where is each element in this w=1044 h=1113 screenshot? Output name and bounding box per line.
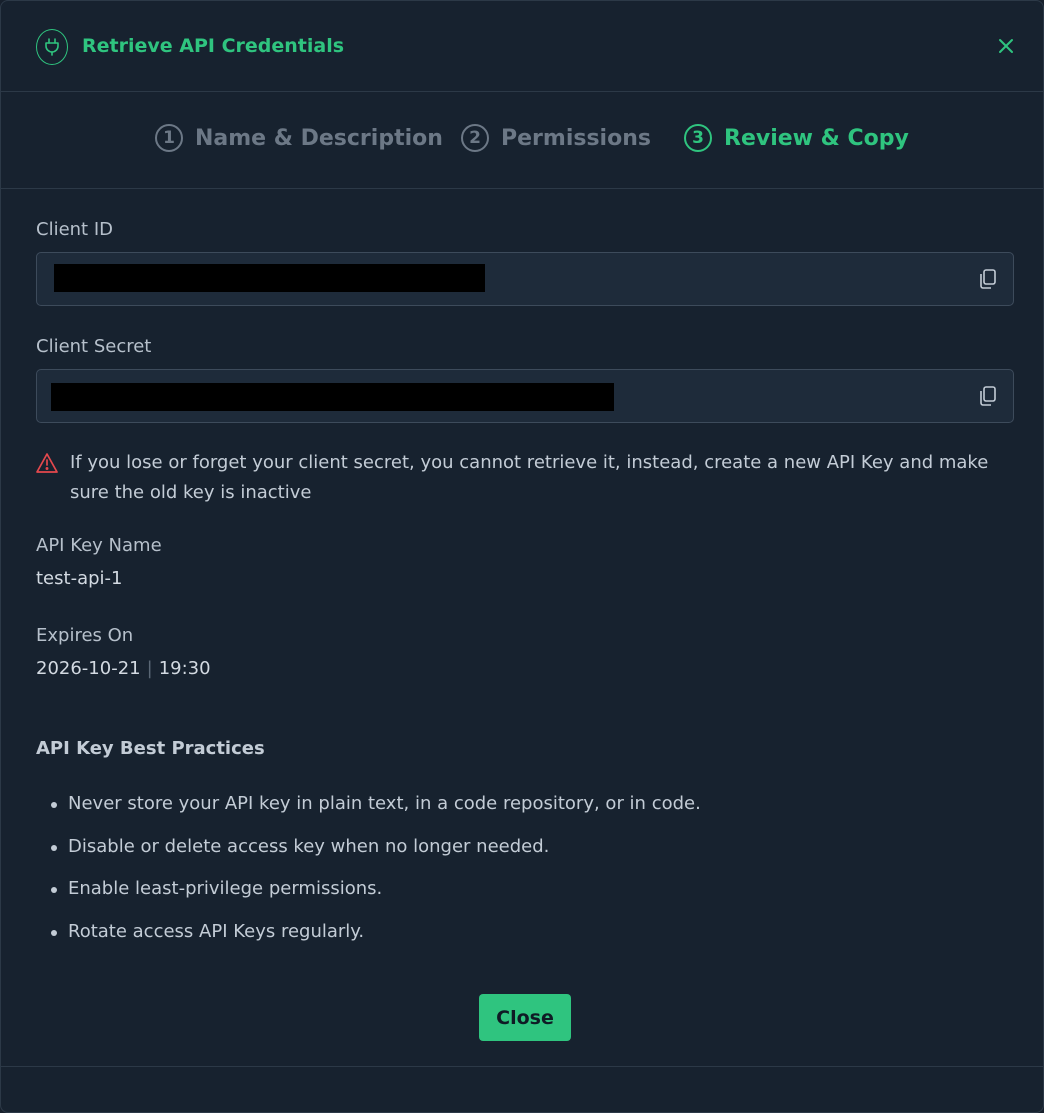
expires-on-value: 2026-10-21 | 19:30 xyxy=(36,658,211,679)
step-name-description: 1 Name & Description xyxy=(155,124,443,152)
expiry-time: 19:30 xyxy=(158,658,211,679)
step-label: Review & Copy xyxy=(724,125,909,151)
list-item: Never store your API key in plain text, … xyxy=(36,789,701,832)
warning-icon xyxy=(36,453,58,473)
copy-icon[interactable] xyxy=(977,268,999,290)
step-review-copy: 3 Review & Copy xyxy=(684,124,909,152)
stepper: 1 Name & Description 2 Permissions 3 Rev… xyxy=(1,91,1043,189)
client-secret-field[interactable] xyxy=(36,369,1014,423)
expiry-date: 2026-10-21 xyxy=(36,658,141,679)
modal-title: Retrieve API Credentials xyxy=(82,35,345,57)
expiry-separator: | xyxy=(146,658,153,679)
close-button[interactable]: Close xyxy=(479,994,571,1041)
redacted-client-secret xyxy=(51,383,614,411)
api-key-name-value: test-api-1 xyxy=(36,568,123,589)
expires-on-label: Expires On xyxy=(36,625,134,646)
step-number: 1 xyxy=(155,124,183,152)
footer-divider xyxy=(1,1066,1043,1067)
close-icon[interactable] xyxy=(995,35,1017,57)
client-id-field[interactable] xyxy=(36,252,1014,306)
client-secret-label: Client Secret xyxy=(36,336,152,357)
step-number: 3 xyxy=(684,124,712,152)
warning-message: If you lose or forget your client secret… xyxy=(36,448,996,508)
retrieve-credentials-modal: Retrieve API Credentials 1 Name & Descri… xyxy=(0,0,1044,1113)
list-item: Disable or delete access key when no lon… xyxy=(36,832,701,875)
step-permissions: 2 Permissions xyxy=(461,124,651,152)
best-practices-title: API Key Best Practices xyxy=(36,738,265,759)
warning-text: If you lose or forget your client secret… xyxy=(70,452,989,503)
best-practices-list: Never store your API key in plain text, … xyxy=(36,789,701,959)
modal-header: Retrieve API Credentials xyxy=(1,1,1043,92)
step-label: Name & Description xyxy=(195,125,443,151)
list-item: Enable least-privilege permissions. xyxy=(36,874,701,917)
api-key-name-label: API Key Name xyxy=(36,535,162,556)
step-number: 2 xyxy=(461,124,489,152)
client-id-label: Client ID xyxy=(36,219,114,240)
list-item: Rotate access API Keys regularly. xyxy=(36,917,701,960)
redacted-client-id xyxy=(54,264,485,292)
plug-icon xyxy=(36,29,68,65)
copy-icon[interactable] xyxy=(977,385,999,407)
step-label: Permissions xyxy=(501,125,651,151)
